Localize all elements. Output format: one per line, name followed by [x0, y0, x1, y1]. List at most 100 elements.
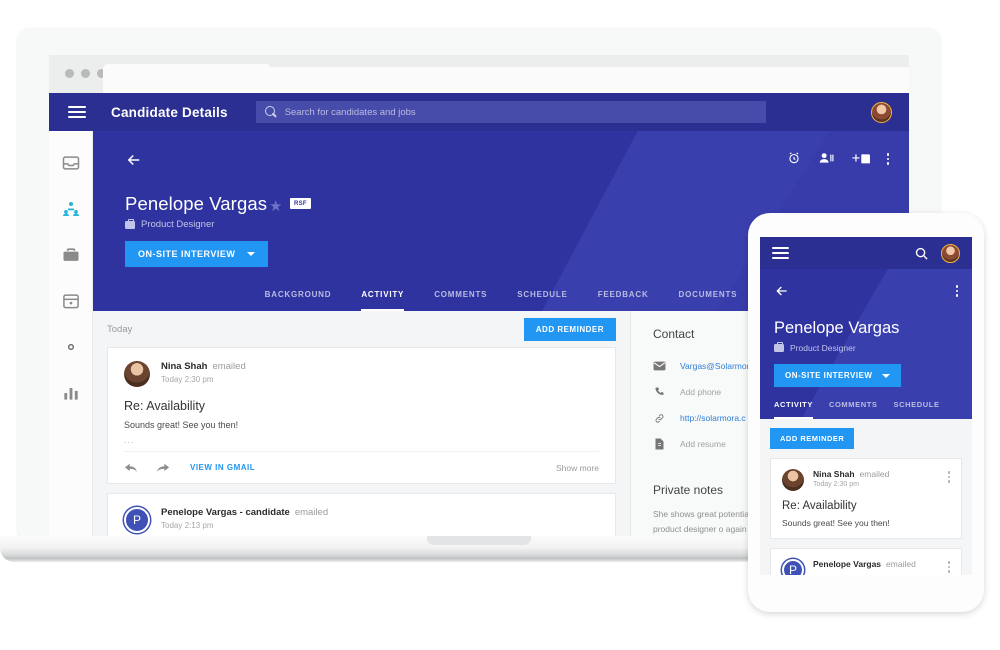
activity-author: Penelope Vargas - candidate emailed — [161, 507, 328, 518]
activity-subject: Re: Availability — [124, 399, 206, 413]
show-more-link[interactable]: Show more — [556, 463, 599, 473]
phone-candidate-name: Penelope Vargas — [774, 319, 900, 337]
activity-author-name: Nina Shah — [161, 361, 208, 372]
phone-activity-author: Penelope Vargas emailed — [813, 559, 916, 569]
phone-activity-card-header: Nina Shah emailed Today 2:30 pm — [782, 469, 950, 491]
reply-icon[interactable] — [124, 462, 139, 474]
contact-website[interactable]: http://solarmora.c — [680, 413, 746, 423]
browser-chrome — [49, 55, 909, 93]
search-icon[interactable] — [914, 246, 929, 261]
activity-timestamp: Today 2:13 pm — [161, 521, 214, 530]
tab-schedule[interactable]: SCHEDULE — [517, 290, 567, 311]
activity-ellipsis[interactable]: ... — [124, 435, 599, 445]
phone-activity-verb: emailed — [859, 469, 890, 479]
activity-timeline: Today ADD REMINDER Nina Shah emailed Toda… — [93, 311, 630, 536]
phone-header-actions — [914, 243, 960, 263]
activity-card-footer: VIEW IN GMAIL Show more — [124, 451, 599, 483]
avatar[interactable] — [941, 243, 960, 263]
phone-app-header — [760, 237, 972, 269]
phone-activity-card[interactable]: P Penelope Vargas emailed — [770, 548, 962, 575]
chart-icon[interactable] — [61, 383, 81, 403]
phone-activity-content: ADD REMINDER Nina Shah emailed Today 2:30… — [760, 419, 972, 575]
activity-card[interactable]: Nina Shah emailed Today 2:30 pm Re: Avail… — [107, 347, 616, 484]
add-person-icon[interactable] — [818, 151, 835, 165]
phone-tab-comments[interactable]: COMMENTS — [829, 400, 878, 419]
contact-email[interactable]: Vargas@Solarmor — [680, 361, 749, 371]
browser-tab[interactable] — [103, 64, 271, 93]
browser-address-bar[interactable] — [271, 67, 909, 93]
calendar-icon[interactable] — [61, 291, 81, 311]
activity-card-header: Nina Shah emailed Today 2:30 pm — [124, 361, 599, 387]
chevron-down-icon — [247, 252, 256, 256]
status-badge: RSF — [290, 198, 311, 209]
menu-icon[interactable] — [772, 244, 789, 262]
stage-label: ON-SITE INTERVIEW — [138, 249, 236, 259]
activity-author-name: Penelope Vargas - candidate — [161, 507, 290, 518]
avatar[interactable] — [871, 102, 892, 123]
tab-bar: BACKGROUND ACTIVITY COMMENTS SCHEDULE FE… — [93, 277, 909, 311]
minimize-dot[interactable] — [81, 69, 90, 78]
link-icon — [655, 413, 664, 423]
forward-icon[interactable] — [155, 462, 170, 474]
activity-author: Nina Shah emailed — [161, 361, 246, 372]
contact-add-resume[interactable]: Add resume — [680, 439, 726, 449]
email-icon — [653, 361, 666, 371]
avatar — [124, 361, 150, 387]
phone-candidate-role-label: Product Designer — [790, 343, 856, 353]
avatar: P — [124, 507, 150, 533]
phone-tab-schedule[interactable]: SCHEDULE — [894, 400, 940, 419]
activity-verb: emailed — [212, 361, 246, 372]
phone-candidate-role: Product Designer — [774, 342, 958, 353]
menu-icon[interactable] — [68, 103, 86, 121]
phone-stage-label: ON-SITE INTERVIEW — [785, 371, 873, 380]
people-icon[interactable] — [61, 199, 81, 219]
briefcase-icon — [774, 342, 784, 352]
sidebar — [49, 131, 93, 536]
briefcase-icon[interactable] — [61, 245, 81, 265]
phone-mockup: Penelope Vargas Product Designer ON-SITE… — [748, 213, 984, 612]
stage-dropdown-button[interactable]: ON-SITE INTERVIEW — [125, 241, 269, 267]
phone-activity-snippet: Sounds great! See you then! — [782, 518, 890, 528]
phone-activity-subject: Re: Availability — [782, 500, 857, 512]
add-reminder-button[interactable]: ADD REMINDER — [523, 317, 616, 341]
avatar: P — [782, 559, 804, 575]
tab-background[interactable]: BACKGROUND — [265, 290, 332, 311]
activity-card[interactable]: P Penelope Vargas - candidate emailed Tod… — [107, 493, 616, 536]
chevron-down-icon — [882, 373, 891, 378]
tab-documents[interactable]: DOCUMENTS — [679, 290, 738, 311]
phone-activity-card-header: P Penelope Vargas emailed — [782, 559, 950, 575]
overflow-menu-icon[interactable] — [947, 469, 950, 483]
app-header: Candidate Details Search for candidates … — [49, 93, 909, 131]
overflow-menu-icon[interactable] — [955, 283, 958, 297]
timeline-day-row: Today ADD REMINDER — [107, 311, 616, 347]
overflow-menu-icon[interactable] — [947, 559, 950, 573]
tab-activity[interactable]: ACTIVITY — [361, 290, 405, 311]
activity-timestamp: Today 2:30 pm — [161, 375, 214, 384]
overflow-menu-icon[interactable] — [886, 151, 889, 165]
laptop-notch — [427, 536, 531, 545]
search-input[interactable]: Search for candidates and jobs — [255, 101, 766, 123]
contact-add-phone[interactable]: Add phone — [680, 387, 721, 397]
briefcase-icon — [125, 218, 135, 229]
resume-icon — [655, 438, 664, 450]
day-label: Today — [107, 323, 133, 335]
star-icon[interactable]: ★ — [269, 197, 282, 215]
view-in-gmail-link[interactable]: VIEW IN GMAIL — [190, 463, 255, 472]
window-controls[interactable] — [65, 69, 106, 78]
tab-comments[interactable]: COMMENTS — [434, 290, 487, 311]
phone-stage-dropdown-button[interactable]: ON-SITE INTERVIEW — [774, 364, 902, 387]
inbox-icon[interactable] — [61, 153, 81, 173]
phone-activity-card[interactable]: Nina Shah emailed Today 2:30 pm Re: Avail… — [770, 458, 962, 539]
tab-feedback[interactable]: FEEDBACK — [598, 290, 649, 311]
activity-card-header: P Penelope Vargas - candidate emailed Tod… — [124, 507, 599, 533]
phone-add-reminder-button[interactable]: ADD REMINDER — [770, 428, 855, 449]
phone-activity-author-name: Penelope Vargas — [813, 559, 882, 569]
phone-tab-activity[interactable]: ACTIVITY — [774, 400, 813, 419]
back-icon[interactable] — [125, 151, 143, 169]
page-title: Candidate Details — [111, 104, 228, 120]
phone-activity-author: Nina Shah emailed — [813, 469, 889, 479]
add-to-folder-icon[interactable] — [851, 152, 870, 165]
close-dot[interactable] — [65, 69, 74, 78]
reminder-icon[interactable] — [787, 151, 801, 165]
gear-icon[interactable] — [61, 337, 81, 357]
